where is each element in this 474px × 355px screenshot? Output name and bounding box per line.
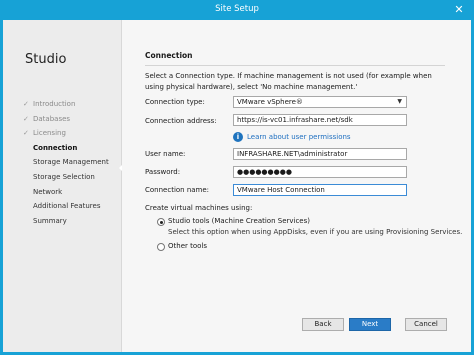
step-label: Network [33,187,63,196]
learn-permissions-text[interactable]: Learn about user permissions [247,133,351,141]
step-label: Connection [33,143,78,152]
title-bar: Site Setup ✕ [0,0,474,20]
username-input[interactable]: INFRASHARE.NET\administrator [233,148,407,160]
window-title: Site Setup [215,4,259,14]
connection-name-label: Connection name: [145,186,210,194]
intro-text: Select a Connection type. If machine man… [145,72,432,91]
studio-brand: Studio [25,52,67,67]
connection-address-input[interactable]: https://is-vc01.infrashare.net/sdk [233,114,407,126]
step-label: Licensing [33,129,66,138]
studio-tools-description: Select this option when using AppDisks, … [168,228,463,236]
close-icon[interactable]: ✕ [444,0,474,20]
connection-page: Connection Select a Connection type. If … [122,20,471,352]
wizard-steps: ✓ Introduction ✓ Databases ✓ Licensing C… [23,97,109,228]
step-label: Databases [33,114,71,123]
site-setup-window: Site Setup ✕ Studio ✓ Introduction ✓ Dat… [0,0,474,355]
back-button[interactable]: Back [302,318,344,331]
step-label: Additional Features [33,202,101,211]
username-label: User name: [145,150,186,158]
step-label: Storage Selection [33,172,95,181]
info-icon: i [233,132,243,142]
studio-tools-label: Studio tools (Machine Creation Services) [168,217,310,225]
other-tools-label: Other tools [168,242,208,250]
step-storage-management: Storage Management [23,155,109,170]
step-databases: ✓ Databases [23,112,109,127]
connection-type-value: VMware vSphere® [237,98,303,106]
connection-address-label: Connection address: [145,117,217,125]
cancel-button[interactable]: Cancel [405,318,447,331]
check-icon: ✓ [23,129,29,138]
step-summary: Summary [23,214,109,229]
step-label: Introduction [33,100,76,108]
heading-divider [145,65,445,66]
next-button[interactable]: Next [349,318,391,331]
page-heading: Connection [145,51,193,60]
step-network: Network [23,185,109,200]
check-icon: ✓ [23,114,29,123]
step-label: Summary [33,216,67,225]
step-label: Storage Management [33,158,109,167]
check-icon: ✓ [23,100,29,108]
password-label: Password: [145,168,181,176]
step-introduction: ✓ Introduction [23,97,109,112]
other-tools-radio[interactable] [157,243,165,251]
connection-name-input[interactable]: VMware Host Connection [233,184,407,196]
step-connection: Connection [23,141,109,156]
step-additional-features: Additional Features [23,199,109,214]
password-input[interactable]: ●●●●●●●●● [233,166,407,178]
connection-type-label: Connection type: [145,98,205,106]
wizard-sidebar: Studio ✓ Introduction ✓ Databases ✓ Lice… [3,20,124,352]
studio-tools-radio[interactable] [157,218,165,226]
create-vm-title: Create virtual machines using: [145,204,253,212]
connection-type-select[interactable]: VMware vSphere® ▼ [233,96,407,108]
chevron-down-icon: ▼ [397,98,402,105]
step-licensing: ✓ Licensing [23,126,109,141]
step-storage-selection: Storage Selection [23,170,109,185]
